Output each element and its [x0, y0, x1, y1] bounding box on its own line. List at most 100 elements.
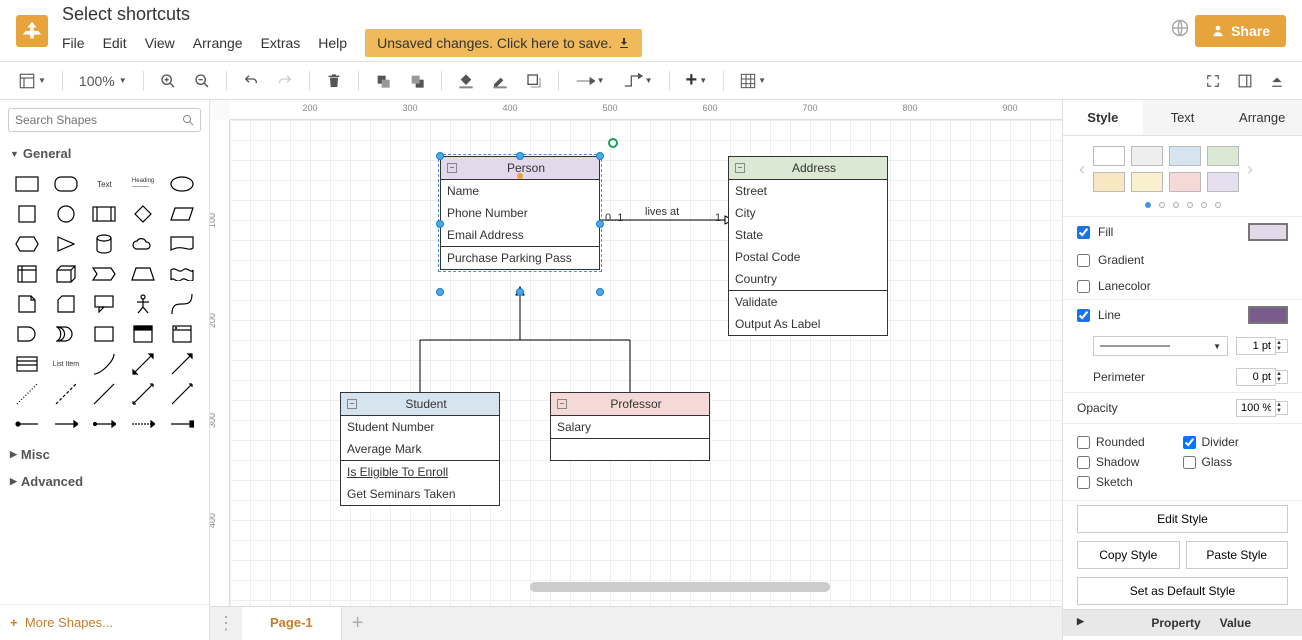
tab-arrange[interactable]: Arrange	[1222, 100, 1302, 135]
shape-trapezoid[interactable]	[126, 261, 161, 287]
pages-menu-icon[interactable]: ⋮	[210, 607, 242, 640]
pager-dot[interactable]	[1159, 202, 1165, 208]
cardinality-left[interactable]: 0..1	[605, 212, 623, 224]
to-front-button[interactable]	[369, 69, 397, 93]
delete-button[interactable]	[320, 69, 348, 93]
category-advanced[interactable]: ▶Advanced	[0, 468, 209, 495]
resize-handle[interactable]	[436, 220, 444, 228]
resize-handle[interactable]	[436, 288, 444, 296]
table-row[interactable]: Street	[729, 180, 887, 202]
menu-view[interactable]: View	[145, 35, 175, 51]
perimeter-field[interactable]: ▲▼	[1236, 368, 1288, 386]
chevron-right-icon[interactable]: ›	[1245, 159, 1255, 180]
divider-checkbox[interactable]: Divider	[1183, 432, 1289, 452]
shape-and[interactable]	[10, 321, 45, 347]
collapse-icon[interactable]: −	[347, 399, 357, 409]
shape-arrow[interactable]	[164, 351, 199, 377]
entity-professor[interactable]: −Professor Salary	[550, 392, 710, 461]
shape-connector-2[interactable]	[49, 411, 84, 437]
gradient-checkbox[interactable]	[1077, 254, 1090, 267]
table-row[interactable]: Postal Code	[729, 246, 887, 268]
table-row[interactable]: City	[729, 202, 887, 224]
zoom-dropdown[interactable]: 100% ▼	[73, 69, 133, 93]
shadow-checkbox[interactable]: Shadow	[1077, 452, 1183, 472]
shape-line-thin[interactable]	[164, 381, 199, 407]
shape-line[interactable]	[87, 381, 122, 407]
line-checkbox[interactable]	[1077, 309, 1090, 322]
shape-container[interactable]	[126, 321, 161, 347]
table-row[interactable]: Student Number	[341, 416, 499, 438]
table-row[interactable]: Purchase Parking Pass	[441, 246, 599, 269]
shape-arrow-bi[interactable]	[126, 351, 161, 377]
shape-connector-5[interactable]	[164, 411, 199, 437]
zoom-in-button[interactable]	[154, 69, 182, 93]
connection-button[interactable]: ▼	[569, 69, 611, 93]
cardinality-right[interactable]: 1	[715, 212, 721, 224]
shape-line-bi-thin[interactable]	[126, 381, 161, 407]
shape-hexagon[interactable]	[10, 231, 45, 257]
pager-dot[interactable]	[1215, 202, 1221, 208]
table-button[interactable]: ▼	[734, 69, 772, 93]
shape-rect[interactable]	[10, 171, 45, 197]
shape-tape[interactable]	[164, 261, 199, 287]
collapse-icon[interactable]: −	[557, 399, 567, 409]
shape-datastore[interactable]	[87, 321, 122, 347]
resize-handle[interactable]	[516, 152, 524, 160]
more-shapes-button[interactable]: + More Shapes...	[0, 604, 209, 640]
add-button[interactable]: +▼	[680, 69, 714, 93]
rounded-checkbox[interactable]: Rounded	[1077, 432, 1183, 452]
search-input[interactable]	[15, 113, 182, 127]
shape-text[interactable]: Text	[87, 171, 122, 197]
pager-dot[interactable]	[1187, 202, 1193, 208]
table-row[interactable]: Is Eligible To Enroll	[341, 460, 499, 483]
tab-text[interactable]: Text	[1143, 100, 1223, 135]
shape-dotted[interactable]	[10, 381, 45, 407]
paste-style-button[interactable]: Paste Style	[1186, 541, 1289, 569]
copy-style-button[interactable]: Copy Style	[1077, 541, 1180, 569]
table-row[interactable]: Country	[729, 268, 887, 290]
resize-handle[interactable]	[516, 288, 524, 296]
swatch[interactable]	[1093, 172, 1125, 192]
lanecolor-checkbox[interactable]	[1077, 280, 1090, 293]
table-row[interactable]: Email Address	[441, 224, 599, 246]
pager-dot[interactable]	[1145, 202, 1151, 208]
fill-color-swatch[interactable]	[1248, 223, 1288, 241]
globe-icon[interactable]	[1171, 19, 1189, 42]
shape-diamond[interactable]	[126, 201, 161, 227]
swatch[interactable]	[1207, 172, 1239, 192]
menu-edit[interactable]: Edit	[103, 35, 127, 51]
connection-point[interactable]	[517, 173, 523, 179]
line-style-dropdown[interactable]: ▼	[1093, 336, 1228, 356]
shadow-button[interactable]	[520, 69, 548, 93]
shape-ellipse[interactable]	[164, 171, 199, 197]
menu-extras[interactable]: Extras	[261, 35, 301, 51]
shape-process[interactable]	[87, 201, 122, 227]
table-row[interactable]: State	[729, 224, 887, 246]
sketch-checkbox[interactable]: Sketch	[1077, 472, 1183, 492]
canvas[interactable]: −Person Name Phone Number Email Address …	[230, 120, 1062, 616]
menu-arrange[interactable]: Arrange	[193, 35, 243, 51]
set-default-style-button[interactable]: Set as Default Style	[1077, 577, 1288, 605]
entity-address[interactable]: −Address Street City State Postal Code C…	[728, 156, 888, 336]
shape-cylinder[interactable]	[87, 231, 122, 257]
collapse-button[interactable]	[1264, 69, 1290, 93]
resize-handle[interactable]	[436, 152, 444, 160]
shape-heading[interactable]: Heading────	[126, 171, 161, 197]
zoom-out-button[interactable]	[188, 69, 216, 93]
view-mode-button[interactable]: ▼	[12, 69, 52, 93]
shape-note[interactable]	[10, 291, 45, 317]
category-misc[interactable]: ▶Misc	[0, 441, 209, 468]
shape-parallelogram[interactable]	[164, 201, 199, 227]
chevron-left-icon[interactable]: ‹	[1077, 159, 1087, 180]
line-color-button[interactable]	[486, 69, 514, 93]
fill-checkbox[interactable]	[1077, 226, 1090, 239]
shape-or[interactable]	[49, 321, 84, 347]
pager-dot[interactable]	[1201, 202, 1207, 208]
category-general[interactable]: ▼General	[0, 140, 209, 167]
undo-button[interactable]	[237, 69, 265, 93]
glass-checkbox[interactable]: Glass	[1183, 452, 1289, 472]
shape-actor[interactable]	[126, 291, 161, 317]
shape-cube[interactable]	[49, 261, 84, 287]
shape-cloud[interactable]	[126, 231, 161, 257]
shape-curve[interactable]	[164, 291, 199, 317]
